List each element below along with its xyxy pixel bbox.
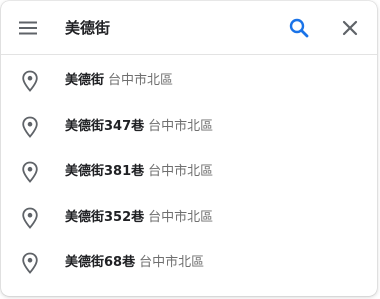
suggestion-address: 台中市北區 [148,164,214,179]
location-pin-icon [22,252,38,274]
suggestion-item[interactable]: 美德街 台中市北區 [1,59,377,105]
suggestion-item[interactable]: 美德街347巷 台中市北區 [1,105,377,151]
location-pin-icon [22,70,38,92]
suggestion-label: 美德街352巷 台中市北區 [65,209,213,227]
suggestion-name: 美德街347巷 [65,118,145,134]
suggestion-name: 美德街352巷 [65,209,145,225]
suggestion-label: 美德街 台中市北區 [65,72,173,90]
search-button[interactable] [286,15,312,41]
menu-button[interactable] [15,15,41,41]
search-input[interactable] [65,11,255,43]
close-button[interactable] [337,15,363,41]
suggestion-label: 美德街68巷 台中市北區 [65,254,204,272]
suggestion-item[interactable]: 美德街381巷 台中市北區 [1,150,377,196]
suggestion-list: 美德街 台中市北區 美德街347巷 台中市北區 美德街381巷 台中市北區 美德… [1,59,377,287]
suggestion-address: 台中市北區 [148,118,214,134]
suggestion-name: 美德街68巷 [65,255,136,270]
magnifier-icon [289,18,309,38]
suggestion-address: 台中市北區 [108,73,174,88]
search-suggestions-panel: 美德街台中市北區 美德街347巷台中市北區 美德街381巷台中市北區 [1,1,377,296]
suggestion-item[interactable]: 美德街68巷 台中市北區 [1,241,377,287]
location-pin-icon [22,161,38,183]
suggestion-label: 美德街381巷 台中市北區 [65,163,213,181]
suggestion-address: 台中市北區 [139,255,205,270]
suggestion-name: 美德街 [65,73,105,88]
suggestion-address: 台中市北區 [148,209,214,225]
location-pin-icon [22,207,38,229]
location-pin-icon [22,116,38,138]
suggestion-item[interactable]: 美德街352巷 台中市北區 [1,196,377,242]
close-x-icon [342,20,358,36]
suggestion-name: 美德街381巷 [65,164,145,179]
search-bar [1,1,377,55]
hamburger-menu-icon [19,21,37,35]
suggestion-label: 美德街347巷 台中市北區 [65,118,213,136]
